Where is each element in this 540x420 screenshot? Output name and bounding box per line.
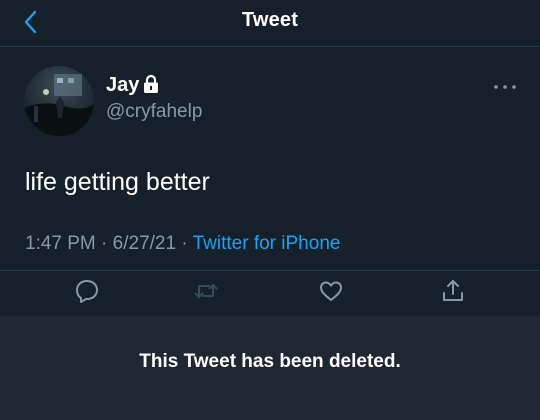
tweet-meta: 1:47 PM · 6/27/21 · Twitter for iPhone: [25, 232, 340, 256]
lock-icon: [142, 74, 160, 94]
tweet-date: 6/27/21: [112, 233, 177, 254]
tweet-screen: Tweet Jay @cryfahelp life getting better…: [0, 0, 540, 420]
top-bar: Tweet: [0, 0, 540, 47]
avatar[interactable]: [24, 66, 94, 136]
more-button[interactable]: [490, 80, 520, 94]
divider: [0, 270, 540, 271]
page-title: Tweet: [241, 9, 299, 31]
deleted-notice: This Tweet has been deleted.: [139, 351, 401, 372]
retweet-icon: [194, 284, 218, 298]
heart-icon: [320, 281, 342, 301]
share-icon: [443, 280, 463, 301]
retweet-button[interactable]: [193, 278, 219, 304]
more-dots-icon: [494, 85, 516, 89]
like-button[interactable]: [318, 278, 344, 304]
author-handle[interactable]: @cryfahelp: [106, 100, 202, 124]
deleted-tweet-panel: This Tweet has been deleted.: [0, 316, 540, 420]
avatar-image: [24, 66, 94, 136]
reply-button[interactable]: [74, 278, 100, 304]
author-name[interactable]: Jay: [106, 73, 139, 97]
reply-bubble-icon: [76, 280, 98, 303]
meta-separator: ·: [101, 233, 108, 254]
tweet-time: 1:47 PM: [25, 233, 96, 254]
share-button[interactable]: [440, 278, 466, 304]
meta-separator: ·: [181, 233, 188, 254]
tweet-text: life getting better: [25, 168, 210, 196]
tweet-source-link[interactable]: Twitter for iPhone: [193, 233, 341, 254]
